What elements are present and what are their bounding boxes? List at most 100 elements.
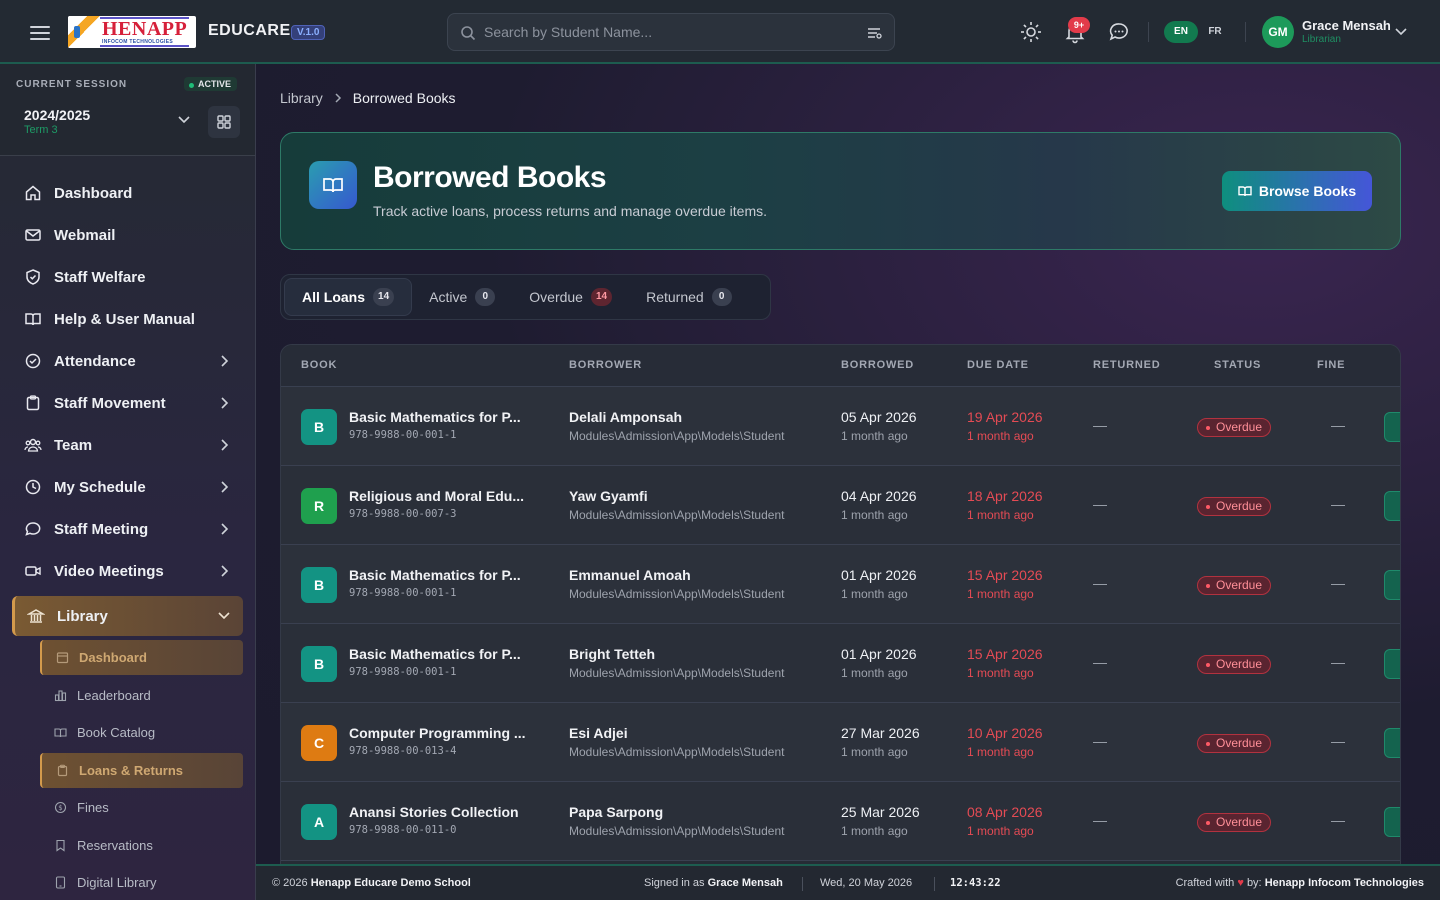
borrowed-ago: 1 month ago bbox=[841, 666, 908, 680]
borrower-name[interactable]: Yaw Gyamfi bbox=[569, 488, 648, 504]
notification-count-badge: 9+ bbox=[1068, 17, 1090, 33]
tab-count-badge: 0 bbox=[475, 288, 496, 306]
return-book-button[interactable] bbox=[1384, 728, 1400, 758]
book-title[interactable]: Basic Mathematics for P... bbox=[349, 567, 539, 583]
search-input[interactable] bbox=[484, 14, 844, 50]
table-row[interactable]: A Anansi Stories Collection 978-9988-00-01… bbox=[281, 782, 1400, 861]
chevron-right-icon bbox=[221, 565, 229, 577]
return-book-button[interactable] bbox=[1384, 649, 1400, 679]
tab-all-loans[interactable]: All Loans 14 bbox=[284, 278, 413, 316]
column-header-borrower[interactable]: BORROWER bbox=[569, 359, 642, 371]
book-title[interactable]: Anansi Stories Collection bbox=[349, 804, 539, 820]
book-isbn: 978-9988-00-013-4 bbox=[349, 745, 457, 757]
sidebar-subitem-book-catalog[interactable]: Book Catalog bbox=[40, 714, 243, 752]
language-fr-button[interactable]: FR bbox=[1198, 21, 1232, 43]
sidebar-subitem-fines[interactable]: $ Fines bbox=[40, 789, 243, 827]
sidebar-subitem-library-dashboard[interactable]: Dashboard bbox=[40, 640, 243, 675]
returned-date: — bbox=[1093, 733, 1107, 749]
clipboard-icon bbox=[57, 764, 68, 776]
tab-overdue[interactable]: Overdue 14 bbox=[512, 278, 629, 316]
sidebar-item-staff-meeting[interactable]: Staff Meeting bbox=[0, 508, 255, 550]
sidebar-item-attendance[interactable]: Attendance bbox=[0, 340, 255, 382]
sidebar-item-label: Staff Movement bbox=[54, 394, 166, 412]
session-year[interactable]: 2024/2025 bbox=[24, 107, 90, 123]
return-book-button[interactable] bbox=[1384, 491, 1400, 521]
sidebar-subitem-loans-returns[interactable]: Loans & Returns bbox=[40, 752, 243, 788]
sidebar-item-my-schedule[interactable]: My Schedule bbox=[0, 466, 255, 508]
sun-icon[interactable] bbox=[1019, 20, 1043, 44]
table-row[interactable]: B Basic Mathematics for P... 978-9988-00-0… bbox=[281, 545, 1400, 624]
column-header-book[interactable]: BOOK bbox=[301, 359, 337, 371]
user-name[interactable]: Grace Mensah bbox=[1302, 18, 1391, 33]
sidebar-subitem-reservations[interactable]: Reservations bbox=[40, 827, 243, 865]
filter-icon[interactable] bbox=[866, 25, 882, 41]
sidebar-item-staff-movement[interactable]: Staff Movement bbox=[0, 382, 255, 424]
due-date: 15 Apr 2026 bbox=[967, 567, 1043, 583]
svg-text:$: $ bbox=[58, 804, 62, 812]
borrowed-ago: 1 month ago bbox=[841, 745, 908, 759]
column-header-borrowed[interactable]: BORROWED bbox=[841, 359, 914, 371]
book-title[interactable]: Basic Mathematics for P... bbox=[349, 409, 539, 425]
main-content: Library Borrowed Books Borrowed Books Tr… bbox=[256, 64, 1440, 864]
search-icon bbox=[461, 26, 476, 41]
footer: © 2026 Henapp Educare Demo School Signed… bbox=[256, 864, 1440, 900]
calendar-icon bbox=[56, 652, 69, 664]
footer-date: Wed, 20 May 2026 bbox=[820, 877, 913, 889]
book-title[interactable]: Computer Programming ... bbox=[349, 725, 539, 741]
column-header-fine[interactable]: FINE bbox=[1317, 359, 1345, 371]
due-ago: 1 month ago bbox=[967, 587, 1034, 601]
library-icon bbox=[27, 609, 45, 623]
book-initial-badge: A bbox=[301, 804, 337, 840]
book-title[interactable]: Religious and Moral Edu... bbox=[349, 488, 539, 504]
table-row[interactable]: C Computer Programming ... 978-9988-00-013… bbox=[281, 703, 1400, 782]
language-en-button[interactable]: EN bbox=[1164, 21, 1198, 43]
apps-grid-button[interactable] bbox=[208, 106, 240, 138]
sidebar-item-dashboard[interactable]: Dashboard bbox=[0, 172, 255, 214]
logo-text: HENAPP bbox=[102, 18, 188, 40]
sidebar-item-help[interactable]: Help & User Manual bbox=[0, 298, 255, 340]
sidebar-subitem-digital-library[interactable]: Digital Library bbox=[40, 864, 243, 900]
book-title[interactable]: Basic Mathematics for P... bbox=[349, 646, 539, 662]
chevron-right-icon bbox=[221, 439, 229, 451]
menu-toggle-icon[interactable] bbox=[28, 22, 52, 42]
sidebar-subitem-label: Dashboard bbox=[79, 650, 147, 665]
borrower-name[interactable]: Emmanuel Amoah bbox=[569, 567, 691, 583]
chevron-down-icon[interactable] bbox=[176, 114, 192, 126]
borrower-name[interactable]: Delali Amponsah bbox=[569, 409, 682, 425]
company-logo: HENAPP INFOCOM TECHNOLOGIES bbox=[68, 16, 196, 48]
return-book-button[interactable] bbox=[1384, 412, 1400, 442]
column-header-returned[interactable]: RETURNED bbox=[1093, 359, 1161, 371]
page-title: Borrowed Books bbox=[373, 161, 607, 194]
chevron-down-icon[interactable] bbox=[1394, 26, 1408, 38]
sidebar-subitem-leaderboard[interactable]: Leaderboard bbox=[40, 677, 243, 715]
sidebar-item-team[interactable]: Team bbox=[0, 424, 255, 466]
logo-mark bbox=[68, 16, 100, 48]
column-header-status[interactable]: STATUS bbox=[1214, 359, 1261, 371]
book-initial-badge: C bbox=[301, 725, 337, 761]
sidebar-item-video-meetings[interactable]: Video Meetings bbox=[0, 550, 255, 592]
browse-books-button[interactable]: Browse Books bbox=[1222, 171, 1372, 211]
due-ago: 1 month ago bbox=[967, 745, 1034, 759]
breadcrumb-library-link[interactable]: Library bbox=[280, 90, 323, 106]
borrower-name[interactable]: Esi Adjei bbox=[569, 725, 628, 741]
sidebar-item-library[interactable]: Library bbox=[12, 596, 243, 636]
sidebar-item-staff-welfare[interactable]: Staff Welfare bbox=[0, 256, 255, 298]
sidebar-item-webmail[interactable]: Webmail bbox=[0, 214, 255, 256]
tab-returned[interactable]: Returned 0 bbox=[629, 278, 749, 316]
tab-active[interactable]: Active 0 bbox=[412, 278, 512, 316]
fine-amount: — bbox=[1331, 812, 1345, 828]
tab-count-badge: 0 bbox=[711, 288, 732, 306]
column-header-due-date[interactable]: DUE DATE bbox=[967, 359, 1029, 371]
table-row[interactable]: B Basic Mathematics for P... 978-9988-00-0… bbox=[281, 624, 1400, 703]
due-date: 10 Apr 2026 bbox=[967, 725, 1043, 741]
footer-divider bbox=[802, 877, 803, 891]
chat-icon[interactable] bbox=[1107, 20, 1131, 44]
avatar[interactable]: GM bbox=[1262, 16, 1294, 48]
crafted-prefix: Crafted with bbox=[1175, 877, 1235, 889]
borrower-name[interactable]: Papa Sarpong bbox=[569, 804, 663, 820]
table-row[interactable]: B Basic Mathematics for P... 978-9988-00-0… bbox=[281, 387, 1400, 466]
return-book-button[interactable] bbox=[1384, 807, 1400, 837]
return-book-button[interactable] bbox=[1384, 570, 1400, 600]
table-row[interactable]: R Religious and Moral Edu... 978-9988-00-0… bbox=[281, 466, 1400, 545]
borrower-name[interactable]: Bright Tetteh bbox=[569, 646, 655, 662]
